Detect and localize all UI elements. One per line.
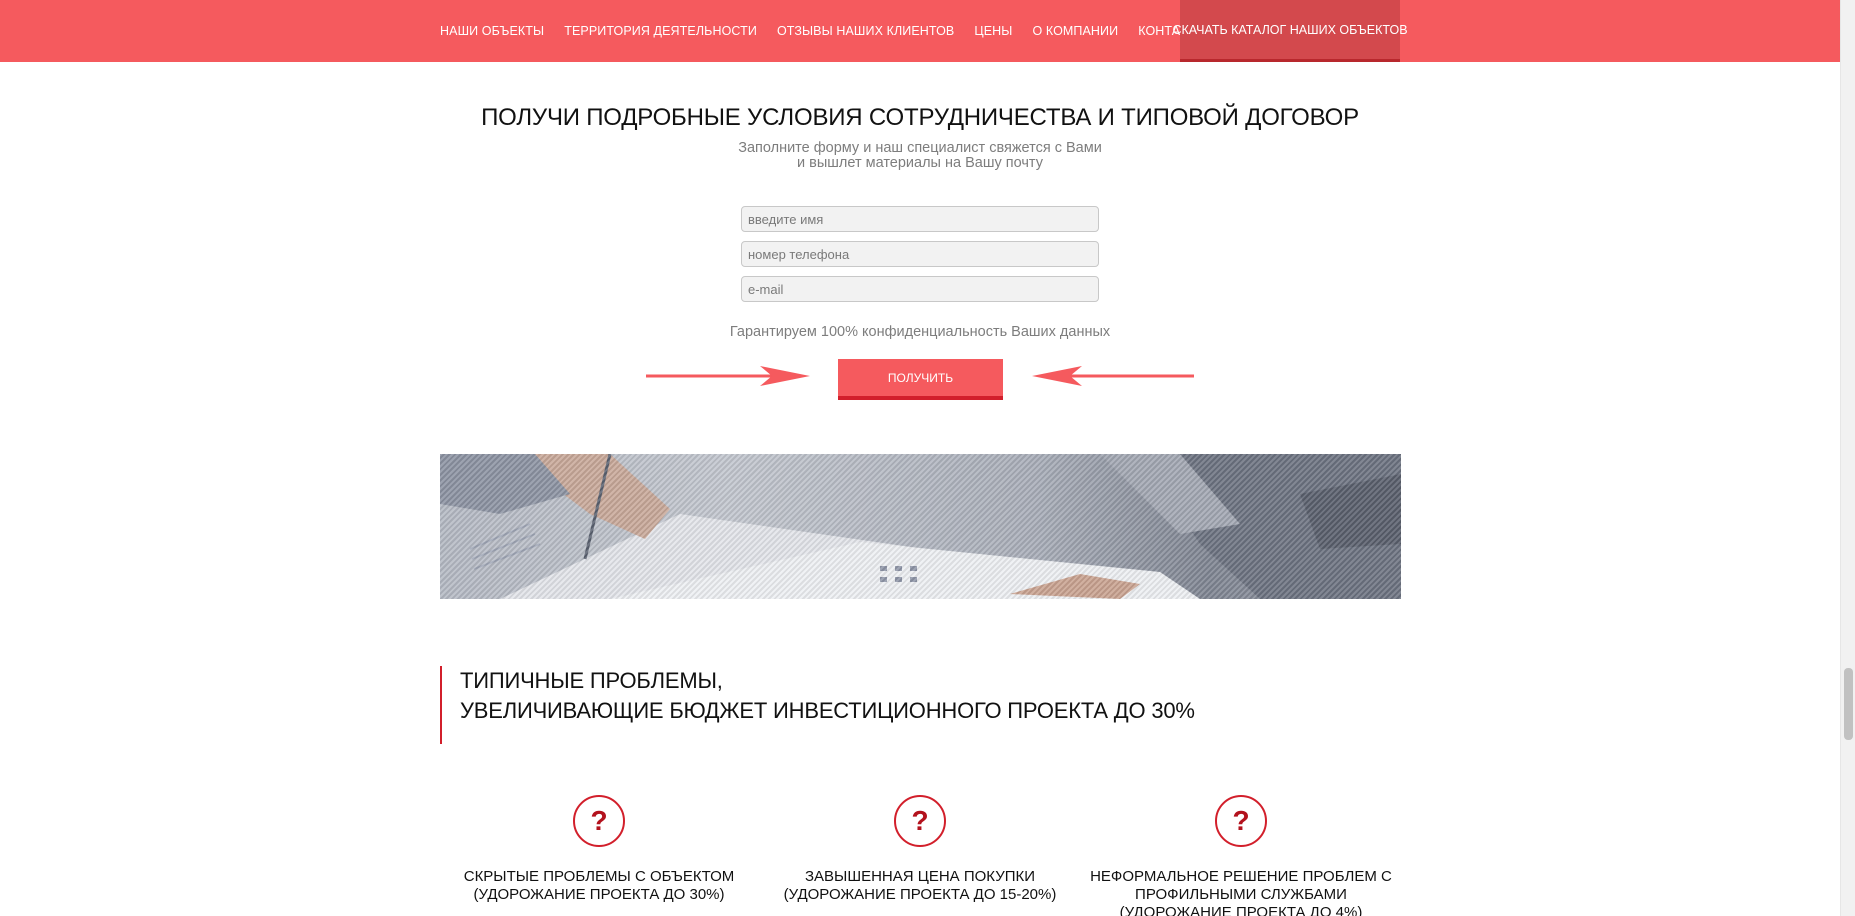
- form-subtitle: Заполните форму и наш специалист свяжетс…: [0, 141, 1840, 171]
- arrow-right-icon: [646, 366, 810, 386]
- nav-item-prices[interactable]: ЦЕНЫ: [974, 24, 1012, 38]
- banner-overlay: [440, 454, 1401, 599]
- question-icon: ?: [894, 795, 946, 847]
- problems-heading: ТИПИЧНЫЕ ПРОБЛЕМЫ, УВЕЛИЧИВАЮЩИЕ БЮДЖЕТ …: [440, 666, 1195, 744]
- download-catalog-button[interactable]: СКАЧАТЬ КАТАЛОГ НАШИХ ОБЪЕКТОВ: [1172, 0, 1408, 62]
- email-input[interactable]: [741, 276, 1099, 302]
- question-icon: ?: [1215, 795, 1267, 847]
- form-subtitle-line1: Заполните форму и наш специалист свяжетс…: [738, 140, 1102, 156]
- problem-detail: (УДОРОЖАНИЕ ПРОЕКТА ДО 4%): [1119, 904, 1363, 916]
- arrow-left-icon: [1032, 366, 1194, 386]
- problems-heading-line2: УВЕЛИЧИВАЮЩИЕ БЮДЖЕТ ИНВЕСТИЦИОННОГО ПРО…: [460, 698, 1195, 723]
- page-scrollbar[interactable]: [1840, 0, 1855, 916]
- problem-item-overpriced: ЗАВЫШЕННАЯ ЦЕНА ПОКУПКИ (УДОРОЖАНИЕ ПРОЕ…: [755, 868, 1085, 904]
- problem-title: НЕФОРМАЛЬНОЕ РЕШЕНИЕ ПРОБЛЕМ С: [1090, 868, 1392, 885]
- scrollbar-thumb[interactable]: [1844, 668, 1853, 740]
- submit-button[interactable]: ПОЛУЧИТЬ: [838, 359, 1003, 400]
- form-subtitle-line2: и вышлет материалы на Вашу почту: [797, 155, 1043, 171]
- problem-item-hidden-issues: СКРЫТЫЕ ПРОБЛЕМЫ С ОБЪЕКТОМ (УДОРОЖАНИЕ …: [434, 868, 764, 904]
- top-navigation: НАШИ ОБЪЕКТЫ ТЕРРИТОРИЯ ДЕЯТЕЛЬНОСТИ ОТЗ…: [0, 0, 1840, 62]
- name-input[interactable]: [741, 206, 1099, 232]
- problems-heading-line1: ТИПИЧНЫЕ ПРОБЛЕМЫ,: [460, 668, 723, 693]
- nav-item-territory[interactable]: ТЕРРИТОРИЯ ДЕЯТЕЛЬНОСТИ: [564, 24, 757, 38]
- problem-item-informal-solutions: НЕФОРМАЛЬНОЕ РЕШЕНИЕ ПРОБЛЕМ С ПРОФИЛЬНЫ…: [1076, 868, 1406, 916]
- nav-menu: НАШИ ОБЪЕКТЫ ТЕРРИТОРИЯ ДЕЯТЕЛЬНОСТИ ОТЗ…: [440, 0, 1226, 62]
- question-icon: ?: [573, 795, 625, 847]
- problem-detail: (УДОРОЖАНИЕ ПРОЕКТА ДО 15-20%): [783, 886, 1057, 903]
- phone-input[interactable]: [741, 241, 1099, 267]
- nav-item-objects[interactable]: НАШИ ОБЪЕКТЫ: [440, 24, 544, 38]
- nav-item-reviews[interactable]: ОТЗЫВЫ НАШИХ КЛИЕНТОВ: [777, 24, 954, 38]
- problem-title-cont: ПРОФИЛЬНЫМИ СЛУЖБАМИ: [1135, 886, 1347, 903]
- nav-item-about[interactable]: О КОМПАНИИ: [1032, 24, 1118, 38]
- problem-title: СКРЫТЫЕ ПРОБЛЕМЫ С ОБЪЕКТОМ: [463, 868, 735, 885]
- problem-title: ЗАВЫШЕННАЯ ЦЕНА ПОКУПКИ: [804, 868, 1036, 885]
- privacy-note: Гарантируем 100% конфиденциальность Ваши…: [729, 324, 1111, 340]
- form-title: ПОЛУЧИ ПОДРОБНЫЕ УСЛОВИЯ СОТРУДНИЧЕСТВА …: [481, 104, 1359, 131]
- business-photo-banner: [440, 454, 1401, 599]
- problem-detail: (УДОРОЖАНИЕ ПРОЕКТА ДО 30%): [473, 886, 725, 903]
